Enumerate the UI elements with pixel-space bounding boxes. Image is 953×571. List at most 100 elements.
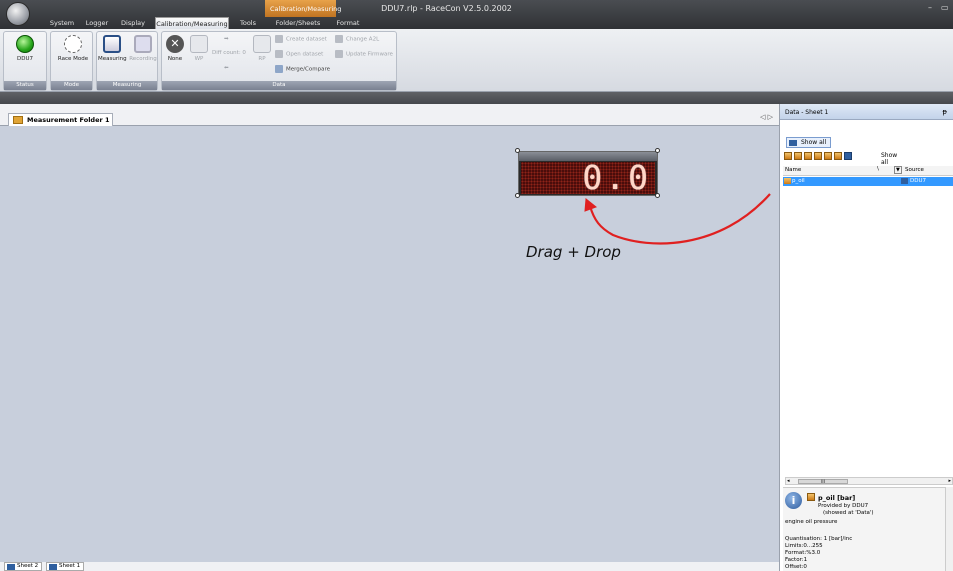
merge-compare-label: Merge/Compare: [286, 66, 330, 73]
wp-button[interactable]: WP: [189, 35, 209, 62]
channel-icon: [807, 493, 815, 501]
info-factor: Factor:1: [785, 557, 808, 563]
scroll-left-icon[interactable]: ◂: [787, 478, 790, 484]
resize-handle[interactable]: [515, 193, 520, 198]
measuring-group-label: Measuring: [97, 81, 157, 90]
filter-icon[interactable]: [804, 152, 812, 160]
change-a2l-button[interactable]: Change A2L: [335, 35, 379, 43]
tab-sheet-2[interactable]: Sheet 2: [4, 562, 42, 571]
filter-icon[interactable]: [814, 152, 822, 160]
folder-icon: [13, 116, 23, 124]
mode-group: Race Mode Mode: [50, 31, 93, 91]
tab-system[interactable]: System: [44, 17, 80, 29]
measuring-button[interactable]: Measuring: [98, 35, 127, 62]
tab-logger[interactable]: Logger: [80, 17, 114, 29]
rp-button[interactable]: RP: [252, 35, 272, 62]
folder-tab-label: Measurement Folder 1: [27, 116, 110, 124]
tab-display[interactable]: Display: [117, 17, 149, 29]
sheet-canvas[interactable]: [0, 126, 779, 560]
vertical-scrollbar[interactable]: [945, 487, 953, 571]
rp-label: RP: [258, 56, 266, 62]
wp-label: WP: [194, 56, 204, 62]
filter-dropdown[interactable]: ▼: [894, 166, 902, 174]
info-offset: Offset:0: [785, 564, 807, 570]
magnifier-icon: [275, 65, 283, 73]
mode-group-label: Mode: [51, 81, 92, 90]
quick-access-toolbar: [0, 92, 953, 104]
change-a2l-icon: [335, 35, 343, 43]
filter-icon[interactable]: [784, 152, 792, 160]
tab-navigation-arrows[interactable]: ◁ ▷: [760, 113, 773, 121]
status-led-icon: [16, 35, 34, 53]
numeric-display-widget[interactable]: 0.0: [518, 151, 658, 196]
info-title: p_oil [bar]: [818, 494, 856, 502]
data-panel: Data - Sheet 1 ᵽ Show all Show all Name …: [779, 104, 953, 571]
show-all-label: Show all: [801, 139, 827, 146]
diff-count-label: Diff count: 0: [212, 50, 246, 56]
merge-compare-button[interactable]: Merge/Compare: [275, 65, 330, 73]
tab-tools[interactable]: Tools: [234, 17, 262, 29]
drag-drop-annotation: Drag + Drop: [526, 243, 621, 261]
resize-handle[interactable]: [655, 148, 660, 153]
sheet-icon: [49, 564, 57, 570]
info-provided-by: Provided by DDU7: [818, 503, 869, 509]
sheet-icon: [7, 564, 15, 570]
table-row[interactable]: p_oil DDU7: [783, 177, 953, 186]
sheet-2-label: Sheet 2: [17, 563, 39, 569]
column-source[interactable]: Source: [905, 167, 924, 173]
none-label: None: [167, 56, 183, 62]
tab-measurement-folder-1[interactable]: Measurement Folder 1: [8, 113, 113, 126]
create-dataset-button[interactable]: Create dataset: [275, 35, 327, 43]
arrow-left-icon: ⬅: [224, 65, 229, 71]
restore-button[interactable]: ▭: [941, 3, 949, 12]
race-mode-button[interactable]: Race Mode: [55, 35, 91, 62]
tab-folder-sheets[interactable]: Folder/Sheets: [269, 17, 327, 29]
arrow-right-icon: ➡: [224, 36, 229, 42]
page-icon: [190, 35, 208, 53]
update-firmware-label: Update Firmware: [346, 51, 393, 58]
row-source: DDU7: [910, 178, 926, 184]
none-button[interactable]: ✕ None: [164, 35, 186, 62]
tab-format[interactable]: Format: [331, 17, 365, 29]
resize-handle[interactable]: [515, 148, 520, 153]
tab-sheet-1[interactable]: Sheet 1: [46, 562, 84, 571]
update-firmware-icon: [335, 50, 343, 58]
tab-calibration-measuring[interactable]: Calibration/Measuring: [155, 17, 229, 29]
info-icon: i: [785, 492, 802, 509]
data-group-label: Data: [162, 81, 396, 90]
scroll-thumb[interactable]: III: [798, 479, 848, 484]
info-limits: Limits:0...255: [785, 543, 823, 549]
minimize-button[interactable]: –: [928, 3, 932, 12]
scroll-right-icon[interactable]: ▸: [948, 478, 951, 484]
resize-handle[interactable]: [655, 193, 660, 198]
filter-icon[interactable]: [844, 152, 852, 160]
page-icon: [253, 35, 271, 53]
recording-label: Recording: [129, 56, 157, 62]
grid-icon: [789, 140, 797, 146]
display-value: 0.0: [582, 158, 651, 197]
show-all-button[interactable]: Show all: [786, 137, 832, 148]
create-dataset-icon: [275, 35, 283, 43]
window-title: DDU7.rlp - RaceCon V2.5.0.2002: [381, 4, 512, 13]
open-dataset-button[interactable]: Open dataset: [275, 50, 323, 58]
recording-icon: [134, 35, 152, 53]
sheet-1-label: Sheet 1: [59, 563, 81, 569]
info-shown-at: (showed at 'Data'): [823, 510, 874, 516]
horizontal-scrollbar[interactable]: ◂ III ▸: [785, 477, 953, 485]
status-group-label: Status: [4, 81, 46, 90]
ddu7-status-button[interactable]: DDU7: [10, 35, 40, 62]
toolbar-show-all[interactable]: Show all: [881, 152, 897, 166]
device-icon: [901, 178, 908, 184]
open-dataset-label: Open dataset: [286, 51, 324, 58]
race-mode-label: Race Mode: [57, 56, 89, 62]
info-description: engine oil pressure: [785, 519, 838, 525]
column-name[interactable]: Name: [785, 167, 801, 173]
info-pane: i p_oil [bar] Provided by DDU7 (showed a…: [783, 487, 953, 571]
filter-icon[interactable]: [824, 152, 832, 160]
panel-toolbar: Show all: [784, 152, 897, 166]
recording-button[interactable]: Recording: [128, 35, 158, 62]
filter-icon[interactable]: [834, 152, 842, 160]
filter-icon[interactable]: [794, 152, 802, 160]
pin-icon[interactable]: ᵽ: [942, 108, 947, 116]
update-firmware-button[interactable]: Update Firmware: [335, 50, 393, 58]
